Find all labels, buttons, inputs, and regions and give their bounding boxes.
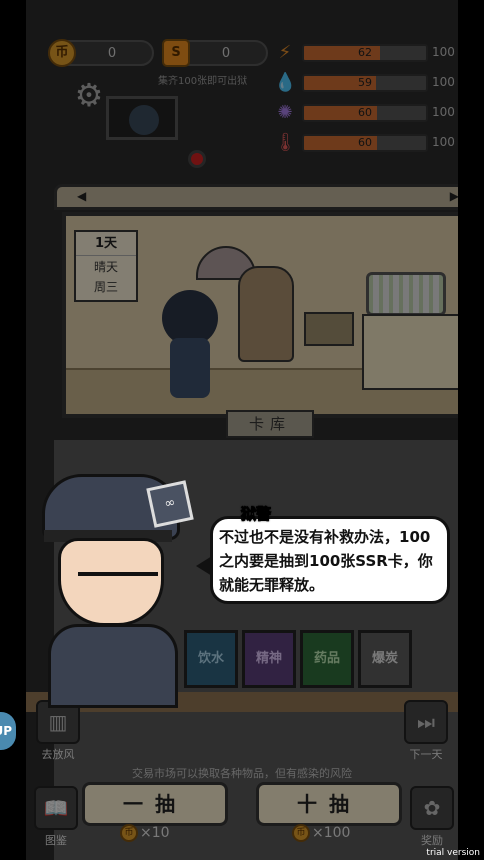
coin-value: 0 (107, 46, 117, 61)
card-label: 饮水 (197, 651, 224, 666)
stat-max: 100 (432, 75, 455, 89)
calendar: 1天 晴天 周三 (74, 230, 138, 302)
calendar-weekday: 周三 (93, 280, 118, 294)
calendar-day: 1天 (76, 232, 136, 256)
cap-badge-icon: ∞ (146, 480, 194, 528)
lightning-icon: ⚡ (278, 42, 292, 63)
draw-ten-cost: 币 ×100 (292, 824, 350, 844)
stool (304, 312, 354, 346)
skip-forward-icon: ⏭ (404, 700, 448, 744)
stat-max: 100 (432, 105, 455, 119)
scene-header: ◀ ▶ (54, 184, 458, 210)
album-button[interactable]: 📖 图鉴 (30, 786, 82, 848)
alarm-light (188, 150, 206, 168)
prison-cell-scene: 1天 晴天 周三 (62, 212, 458, 418)
coin-icon: 币 (120, 824, 138, 842)
coin-icon: 币 (48, 39, 76, 67)
cost-value: ×100 (312, 825, 351, 841)
stat-mind: ✺ 60 100 (274, 102, 458, 124)
brain-icon: ✺ (277, 102, 293, 123)
draw-ten-button[interactable]: 十抽 (256, 782, 402, 826)
reward-label: 奖励 (421, 834, 443, 847)
trial-watermark: trial version (426, 848, 480, 858)
draw-one-button[interactable]: 一抽 (82, 782, 228, 826)
reward-button[interactable]: ✿ 奖励 (406, 786, 458, 848)
card-label: 爆炭 (371, 651, 398, 666)
thermometer-icon: 🌡 (274, 132, 297, 153)
stat-bar: 59 (302, 74, 428, 92)
stat-temperature: 🌡 60 100 (274, 132, 458, 154)
arrow-left-icon[interactable]: ◀ (77, 189, 86, 203)
gift-icon: ✿ (410, 786, 454, 830)
coin-icon: 币 (292, 824, 310, 842)
arrow-right-icon[interactable]: ▶ (450, 189, 458, 203)
s-card-icon: S (162, 39, 190, 67)
escape-hint: 集齐100张即可出狱 (158, 76, 248, 87)
toilet (238, 266, 294, 362)
speech-bubble[interactable]: 狱警 不过也不是没有补救办法，100之内要是抽到100张SSR卡，你就能无罪释放… (210, 505, 450, 604)
dialogue-text: 不过也不是没有补救办法，100之内要是抽到100张SSR卡，你就能无罪释放。 (219, 528, 433, 594)
prisoner-character (162, 290, 218, 398)
stat-value: 62 (358, 46, 372, 59)
stat-value: 59 (358, 76, 372, 89)
side-floating-button[interactable]: UP (0, 712, 16, 750)
bed (362, 314, 458, 390)
stat-bar: 60 (302, 104, 428, 122)
card-water[interactable]: 饮水 (184, 630, 238, 688)
stat-value: 60 (358, 106, 372, 119)
go-out-label: 去放风 (41, 748, 75, 761)
s-counter: S 0 (162, 39, 268, 67)
coin-counter: 币 0 (48, 39, 154, 67)
card-label: 药品 (313, 651, 340, 666)
card-label: 精神 (255, 651, 282, 666)
stat-bar: 60 (302, 134, 428, 152)
guard-uniform (48, 624, 178, 708)
draw-one-cost: 币 ×10 (120, 824, 170, 844)
monitor-tv (106, 96, 178, 140)
card-medicine[interactable]: 药品 (300, 630, 354, 688)
stat-max: 100 (432, 135, 455, 149)
next-day-label: 下一天 (409, 748, 443, 761)
prison-guard-character: ∞ (38, 474, 194, 714)
card-library-tab[interactable]: 卡库 (226, 410, 314, 438)
bed-headboard (366, 272, 446, 316)
stat-water: 💧 59 100 (274, 72, 458, 94)
calendar-weather: 晴天 (93, 260, 118, 274)
stat-max: 100 (432, 45, 455, 59)
book-icon: 📖 (34, 786, 78, 830)
gear-icon[interactable]: ⚙ (72, 78, 106, 112)
stat-value: 60 (358, 136, 372, 149)
stat-energy: ⚡ 62 100 (274, 42, 458, 64)
next-day-button[interactable]: ⏭ 下一天 (400, 700, 452, 762)
glasses (78, 572, 158, 590)
card-mind[interactable]: 精神 (242, 630, 296, 688)
stat-bar: 62 (302, 44, 428, 62)
market-info-text: 交易市场可以换取各种物品，但有感染的风险 (132, 767, 352, 780)
cost-value: ×10 (140, 825, 170, 841)
album-label: 图鉴 (45, 834, 67, 847)
water-drop-icon: 💧 (274, 72, 297, 93)
game-stage: 币 0 S 0 集齐100张即可出狱 ⚡ 62 100 💧 59 100 ✺ 6… (26, 0, 458, 860)
card-charcoal[interactable]: 爆炭 (358, 630, 412, 688)
speaker-name: 狱警 (240, 505, 272, 524)
s-value: 0 (221, 46, 231, 61)
